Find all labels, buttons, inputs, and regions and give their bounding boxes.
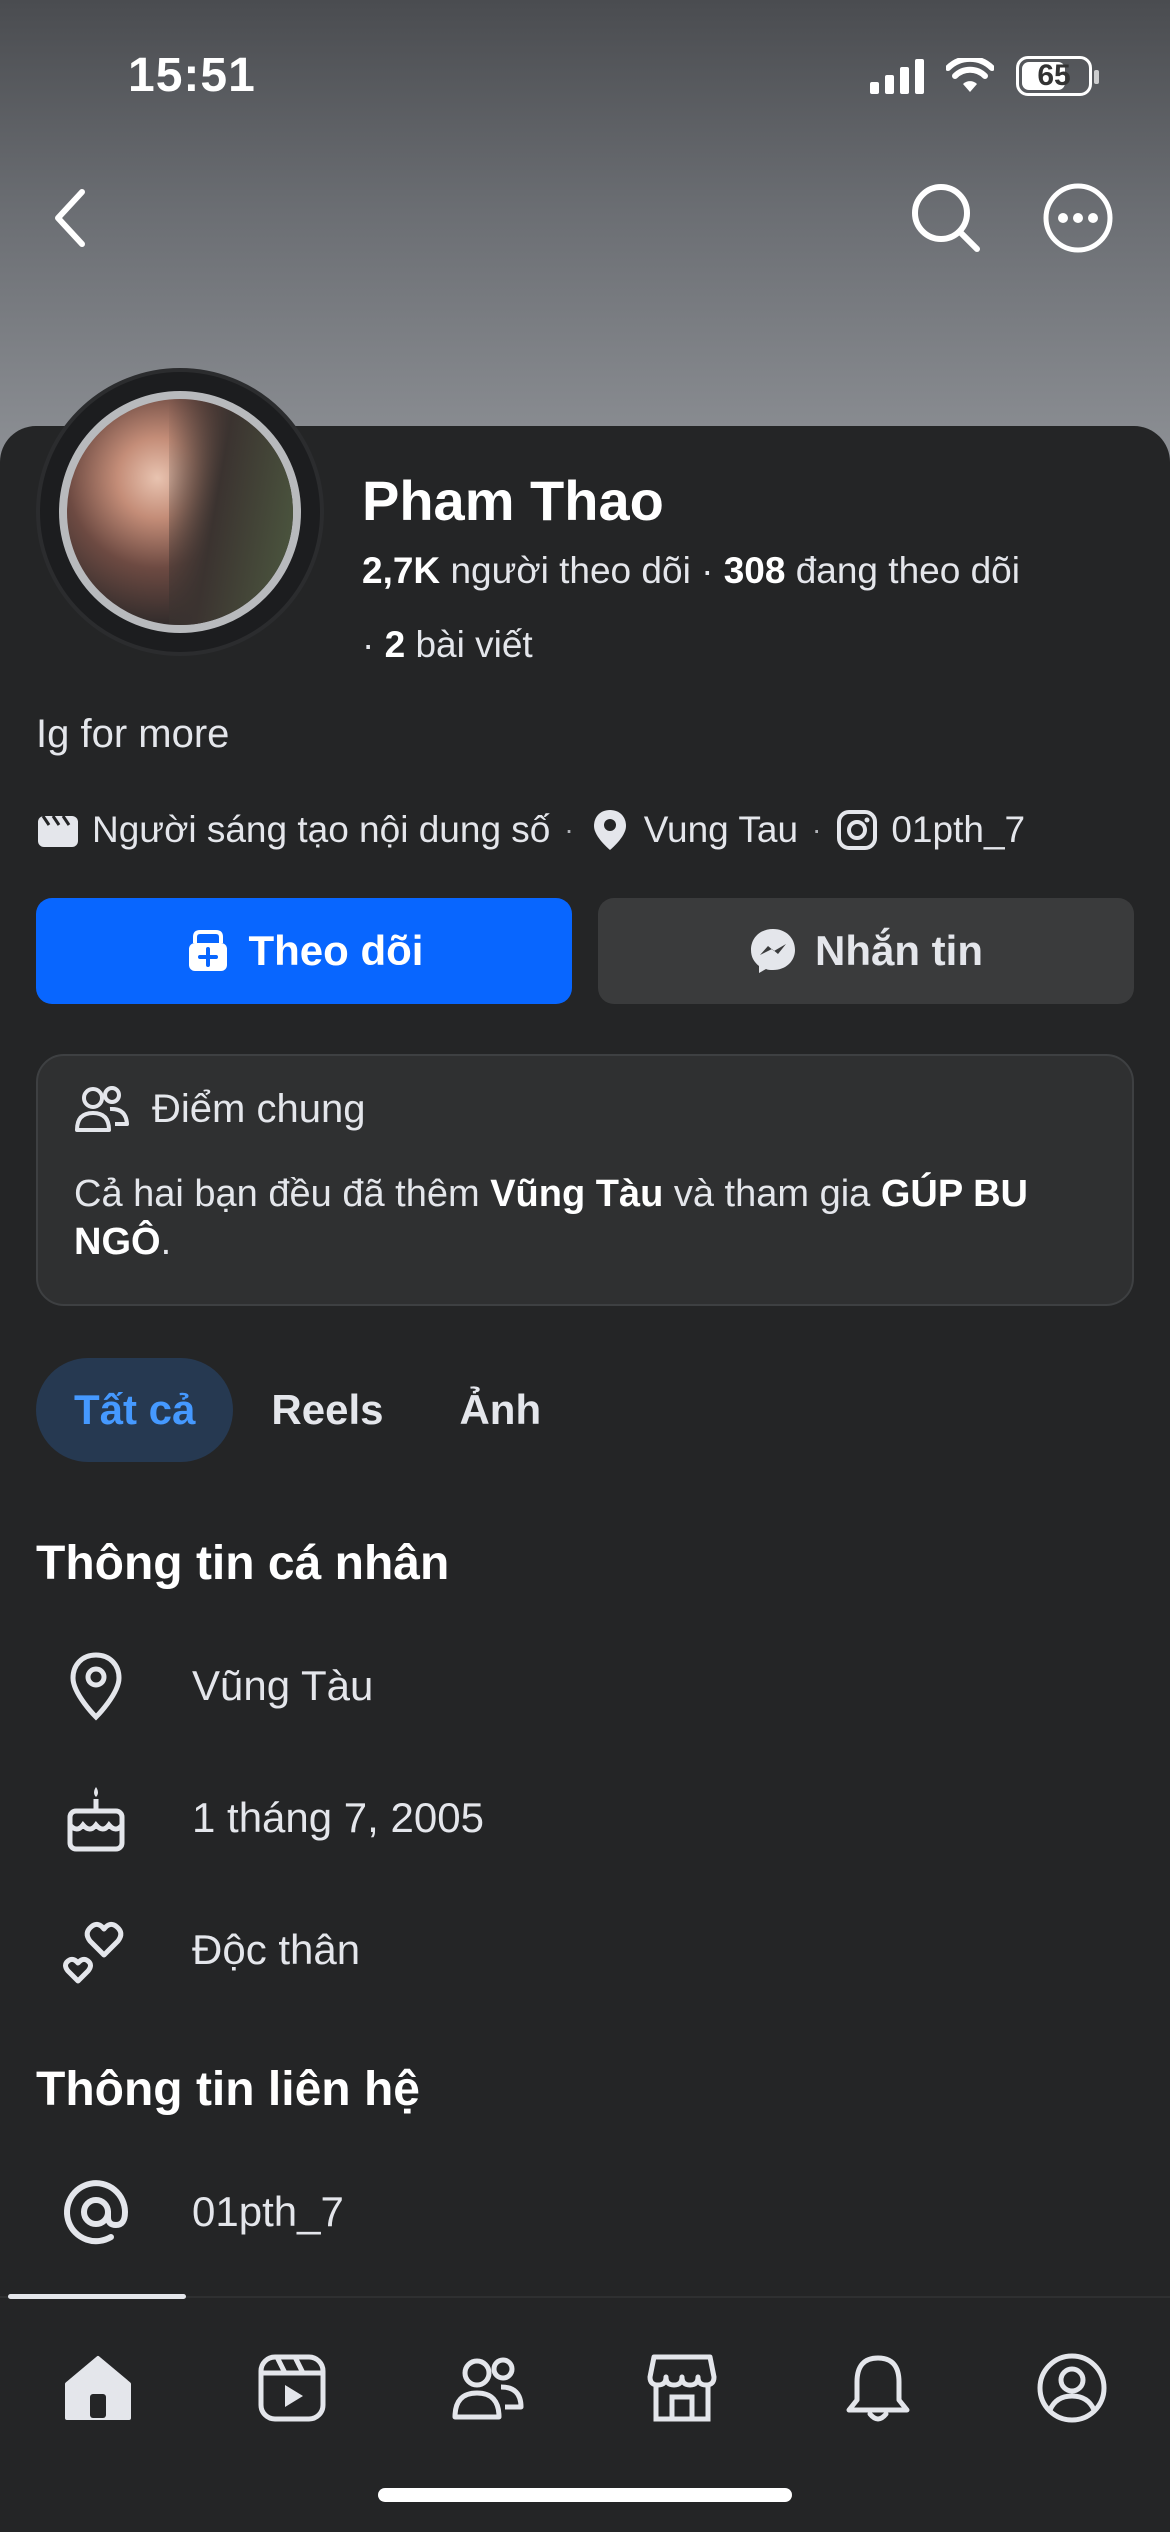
profile-details: Người sáng tạo nội dung số · Vung Tau · … — [36, 808, 1025, 852]
status-time: 15:51 — [128, 49, 256, 102]
search-button[interactable] — [906, 178, 986, 258]
follow-button[interactable]: Theo dõi — [36, 898, 572, 1004]
profile-tabs: Tất cả Reels Ảnh — [36, 1358, 579, 1462]
info-location-text: Vũng Tàu — [192, 1662, 374, 1709]
hearts-icon — [36, 1900, 156, 2000]
tab-all[interactable]: Tất cả — [36, 1358, 234, 1462]
profile-bio: Ig for more — [36, 712, 230, 756]
follow-label: Theo dõi — [248, 927, 424, 974]
profile-icon — [1037, 2353, 1107, 2423]
profile-avatar[interactable] — [36, 368, 324, 656]
more-options-button[interactable] — [1038, 178, 1118, 258]
tab-photos[interactable]: Ảnh — [421, 1358, 579, 1462]
nav-friends[interactable] — [438, 2338, 538, 2438]
search-icon — [912, 184, 980, 252]
bell-icon — [846, 2355, 910, 2422]
friends-icon — [452, 2357, 524, 2420]
avatar-image — [59, 391, 301, 633]
tab-reels[interactable]: Reels — [233, 1358, 421, 1462]
messenger-icon — [751, 929, 795, 973]
nav-marketplace[interactable] — [632, 2338, 732, 2438]
following-label: đang theo dõi — [795, 550, 1020, 591]
follow-icon — [188, 930, 227, 971]
info-row-birthday: 1 tháng 7, 2005 — [36, 1768, 484, 1868]
location-pin-icon — [36, 1636, 156, 1736]
video-icon — [258, 2354, 326, 2422]
personal-info-title: Thông tin cá nhân — [36, 1537, 450, 1590]
wifi-icon — [946, 58, 994, 92]
instagram-icon — [835, 808, 879, 852]
mutual-title: Điểm chung — [152, 1086, 366, 1131]
nav-home[interactable] — [48, 2338, 148, 2438]
more-icon — [1043, 183, 1113, 253]
at-sign-icon — [36, 2162, 156, 2262]
mutual-description: Cả hai bạn đều đã thêm Vũng Tàu và tham … — [74, 1173, 1028, 1263]
home-indicator[interactable] — [378, 2488, 792, 2502]
nav-profile[interactable] — [1022, 2338, 1122, 2438]
posts-label: bài viết — [415, 624, 533, 665]
mutual-info-card[interactable]: Điểm chung Cả hai bạn đều đã thêm Vũng T… — [36, 1054, 1134, 1306]
mutual-place: Vũng Tàu — [490, 1173, 664, 1215]
info-birthday-text: 1 tháng 7, 2005 — [192, 1794, 484, 1841]
following-count: 308 — [723, 550, 786, 591]
followers-count: 2,7K — [362, 550, 441, 591]
posts-stats: · 2 bài viết — [362, 624, 533, 665]
info-relationship-text: Độc thân — [192, 1926, 361, 1973]
message-label: Nhắn tin — [815, 927, 983, 974]
location-text: Vung Tau — [643, 809, 799, 850]
info-row-location: Vũng Tàu — [36, 1636, 373, 1736]
birthday-cake-icon — [36, 1768, 156, 1868]
profile-name: Pham Thao — [362, 469, 664, 532]
location-pin-icon — [588, 808, 632, 852]
message-button[interactable]: Nhắn tin — [598, 898, 1134, 1004]
instagram-handle[interactable]: 01pth_7 — [891, 809, 1025, 851]
status-bar: 15:51 65 — [0, 0, 1170, 150]
info-username-text: 01pth_7 — [192, 2188, 344, 2235]
follow-stats[interactable]: 2,7K người theo dõi · 308 đang theo dõi — [362, 550, 1020, 592]
category-text: Người sáng tạo nội dung số — [92, 809, 551, 850]
nav-video[interactable] — [242, 2338, 342, 2438]
contact-info-title: Thông tin liên hệ — [36, 2063, 420, 2116]
followers-label: người theo dõi — [450, 550, 691, 591]
info-row-username[interactable]: 01pth_7 — [36, 2162, 344, 2262]
clapperboard-icon — [36, 808, 80, 852]
back-button[interactable] — [30, 178, 110, 258]
marketplace-icon — [647, 2354, 717, 2422]
info-row-relationship: Độc thân — [36, 1900, 360, 2000]
nav-active-indicator — [8, 2294, 186, 2299]
battery-icon: 65 — [1016, 56, 1099, 96]
battery-level: 65 — [1037, 59, 1071, 92]
people-icon — [75, 1086, 129, 1132]
nav-notifications[interactable] — [828, 2338, 928, 2438]
home-icon — [65, 2356, 131, 2420]
posts-count: 2 — [384, 624, 406, 665]
back-arrow-icon — [55, 189, 85, 247]
signal-icon — [870, 58, 924, 94]
